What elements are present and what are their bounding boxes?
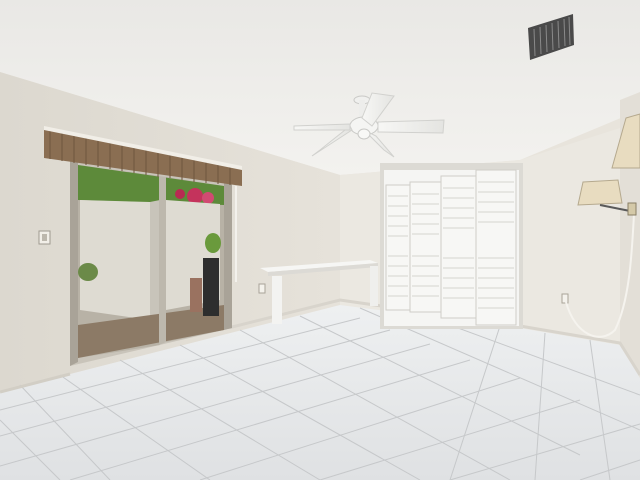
- wall-outlet: [561, 293, 569, 304]
- closet-door-left-a[interactable]: [385, 184, 411, 311]
- light-switch-toggle[interactable]: [42, 234, 47, 241]
- wall-outlet: [258, 283, 266, 294]
- trash-bin: [203, 258, 219, 316]
- closet-door-left-b[interactable]: [409, 181, 442, 313]
- closet-door-right-a[interactable]: [440, 175, 477, 319]
- fan-blade: [377, 119, 445, 134]
- room-photo: [0, 0, 640, 480]
- room-illustration: [0, 0, 640, 480]
- closet-door-right-b[interactable]: [475, 169, 517, 326]
- bifold-closet[interactable]: [380, 163, 523, 329]
